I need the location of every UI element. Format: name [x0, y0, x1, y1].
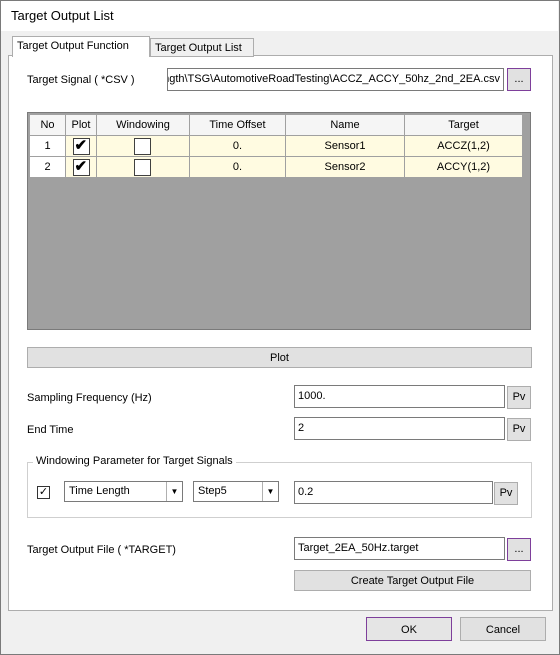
- windowing-checkbox[interactable]: [134, 137, 151, 155]
- cell-name[interactable]: Sensor2: [285, 156, 405, 178]
- col-header-time-offset: Time Offset: [189, 114, 286, 136]
- check-icon: ✓: [38, 486, 49, 498]
- sampling-frequency-label: Sampling Frequency (Hz): [27, 392, 152, 404]
- col-header-name: Name: [285, 114, 405, 136]
- end-time-label: End Time: [27, 424, 74, 436]
- end-time-input[interactable]: 2: [294, 417, 505, 440]
- chevron-down-icon: ▼: [262, 482, 278, 501]
- cell-plot[interactable]: ✔: [65, 156, 97, 178]
- tab-label: Target Output List: [155, 42, 242, 54]
- col-header-target: Target: [404, 114, 523, 136]
- windowing-checkbox[interactable]: [134, 158, 151, 176]
- check-icon: ✔: [74, 136, 88, 154]
- cell-no: 1: [29, 135, 66, 157]
- target-signal-path-text: ngth\TSG\AutomotiveRoadTesting\ACCZ_ACCY…: [167, 73, 500, 85]
- cell-no: 2: [29, 156, 66, 178]
- cell-windowing[interactable]: [96, 156, 190, 178]
- windowing-value-input[interactable]: 0.2: [294, 481, 493, 504]
- end-time-pv-button[interactable]: Pv: [507, 418, 531, 441]
- create-target-output-file-button[interactable]: Create Target Output File: [294, 570, 531, 591]
- target-signal-path-input[interactable]: ngth\TSG\AutomotiveRoadTesting\ACCZ_ACCY…: [167, 68, 504, 91]
- signal-table: No Plot Windowing Time Offset Name Targe…: [29, 114, 523, 178]
- table-row[interactable]: 1 ✔ 0. Sensor1 ACCZ(1,2): [29, 135, 523, 157]
- col-header-no: No: [29, 114, 66, 136]
- plot-button[interactable]: Plot: [27, 347, 532, 368]
- cell-target[interactable]: ACCY(1,2): [404, 156, 523, 178]
- browse-target-button[interactable]: ...: [507, 538, 531, 561]
- sampling-frequency-pv-button[interactable]: Pv: [507, 386, 531, 409]
- cell-windowing[interactable]: [96, 135, 190, 157]
- cell-time-offset[interactable]: 0.: [189, 156, 286, 178]
- signal-grid: No Plot Windowing Time Offset Name Targe…: [27, 112, 531, 330]
- cell-name[interactable]: Sensor1: [285, 135, 405, 157]
- windowing-group-title: Windowing Parameter for Target Signals: [33, 455, 236, 467]
- col-header-plot: Plot: [65, 114, 97, 136]
- window-title: Target Output List: [11, 8, 114, 23]
- plot-checkbox[interactable]: ✔: [72, 157, 90, 176]
- tab-target-output-list[interactable]: Target Output List: [150, 38, 254, 57]
- col-header-windowing: Windowing: [96, 114, 190, 136]
- cell-time-offset[interactable]: 0.: [189, 135, 286, 157]
- tab-target-output-function[interactable]: Target Output Function: [12, 36, 150, 57]
- tab-label: Target Output Function: [17, 40, 129, 52]
- target-signal-label: Target Signal ( *CSV ): [27, 74, 135, 86]
- check-icon: ✔: [74, 157, 88, 175]
- windowing-enable-checkbox[interactable]: ✓: [37, 486, 50, 499]
- target-output-file-label: Target Output File ( *TARGET): [27, 544, 176, 556]
- windowing-pv-button[interactable]: Pv: [494, 482, 518, 505]
- sampling-frequency-input[interactable]: 1000.: [294, 385, 505, 408]
- plot-checkbox[interactable]: ✔: [72, 136, 90, 155]
- chevron-down-icon: ▼: [166, 482, 182, 501]
- windowing-step-select[interactable]: Step5 ▼: [193, 481, 279, 502]
- cell-target[interactable]: ACCZ(1,2): [404, 135, 523, 157]
- windowing-type-select[interactable]: Time Length ▼: [64, 481, 183, 502]
- cancel-button[interactable]: Cancel: [460, 617, 546, 641]
- target-output-file-input[interactable]: Target_2EA_50Hz.target: [294, 537, 505, 560]
- table-row[interactable]: 2 ✔ 0. Sensor2 ACCY(1,2): [29, 156, 523, 178]
- browse-csv-button[interactable]: ...: [507, 68, 531, 91]
- windowing-step-value: Step5: [198, 485, 227, 497]
- cell-plot[interactable]: ✔: [65, 135, 97, 157]
- windowing-type-value: Time Length: [69, 485, 130, 497]
- grid-header-row: No Plot Windowing Time Offset Name Targe…: [29, 114, 523, 136]
- ok-button[interactable]: OK: [366, 617, 452, 641]
